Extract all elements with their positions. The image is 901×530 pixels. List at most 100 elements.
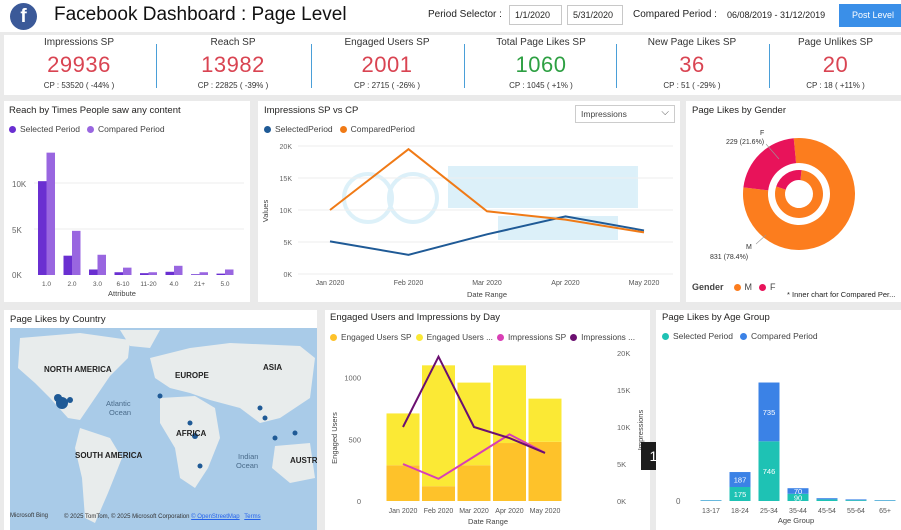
kpi-page-unlikes: Page Unlikes SP 20 CP : 18 ( +11% ) (770, 35, 901, 95)
bar-compared (225, 269, 234, 275)
bar-engaged-sp (386, 465, 420, 501)
gender-donut-chart: F 229 (21.6%) M 831 (78.4%) (710, 130, 855, 261)
f-value-label: 229 (21.6%) (726, 139, 764, 146)
x-tick: Apr 2020 (495, 508, 524, 515)
leader-line (755, 234, 767, 245)
bar-selected (63, 255, 72, 275)
bar-compared (148, 272, 157, 275)
kpi-label: Reach SP (210, 37, 256, 48)
kpi-value: 1060 (515, 52, 567, 77)
kpi-label: New Page Likes SP (647, 37, 737, 48)
data-label: 735 (763, 408, 776, 417)
map-bubble[interactable] (197, 463, 203, 469)
x-tick: 5.0 (220, 281, 229, 288)
x-tick: Apr 2020 (551, 280, 580, 287)
kpi-label: Impressions SP (43, 37, 115, 48)
kpi-value: 36 (679, 52, 705, 77)
chart-legend: Selected Period Compared Period (9, 124, 165, 134)
legend-dot (9, 125, 16, 133)
y-tick: 15K (280, 176, 293, 183)
legend-label: F (770, 282, 776, 292)
age-chart: 0 13-1717518718-2474673525-34907035-44 45… (676, 382, 896, 525)
y-tick-left: 500 (348, 435, 361, 444)
compared-period-label: Compared Period : (633, 9, 717, 20)
bar-selected (114, 272, 123, 275)
x-tick: 4.0 (169, 281, 178, 288)
bar-selected (140, 273, 149, 275)
x-tick: May 2020 (629, 280, 660, 287)
bar-engaged-sp (457, 465, 491, 501)
x-tick: Feb 2020 (394, 280, 424, 287)
kpi-cp: CP : 2715 ( -26% ) (353, 81, 421, 90)
map-label: EUROPE (175, 371, 209, 380)
kpi-label: Engaged Users SP (344, 37, 430, 48)
kpi-value: 20 (822, 52, 849, 77)
panel-title: Reach by Times People saw any content (9, 105, 181, 116)
f-letter: F (760, 130, 764, 137)
bar-engaged-cp (493, 365, 526, 444)
bing-attribution: Microsoft Bing (10, 513, 48, 519)
panel-title: Page Likes by Country (10, 314, 106, 325)
terms-link[interactable]: Terms (244, 514, 260, 520)
x-tick: 6-10 (116, 281, 129, 288)
x-tick: 11-20 (140, 281, 157, 288)
map-label: ASIA (263, 363, 282, 372)
map-bubble[interactable] (257, 405, 263, 411)
bar-engaged-cp (386, 413, 420, 466)
inner-slice-f (776, 170, 802, 190)
legend-label: Selected Period (20, 124, 81, 134)
x-tick: 1.0 (42, 281, 51, 288)
age-panel: Page Likes by Age Group Selected Period … (656, 310, 901, 530)
x-tick: 45-54 (818, 508, 836, 515)
x-axis-title: Age Group (778, 516, 814, 525)
x-tick: Mar 2020 (472, 280, 502, 287)
x-tick: Feb 2020 (424, 508, 454, 515)
gender-panel: Page Likes by Gender F 229 (21.6%) M 831… (686, 101, 901, 302)
bar-compared (97, 254, 106, 275)
map-bubble[interactable] (56, 397, 68, 409)
bar-selected (845, 500, 867, 501)
legend-dot (733, 283, 741, 291)
legend-dot (87, 125, 95, 133)
map-bubble[interactable] (157, 393, 163, 399)
y-tick-left: 0 (357, 497, 361, 506)
y-tick-right: 20K (617, 349, 630, 358)
x-tick: 2.0 (67, 281, 76, 288)
bar-selected (816, 499, 838, 501)
map-bubble[interactable] (272, 435, 278, 441)
map-label: AFRICA (176, 429, 206, 438)
x-axis-title: Attribute (108, 289, 136, 298)
x-tick: 21+ (194, 281, 205, 288)
map-label: SOUTH AMERICA (75, 451, 142, 460)
map-label: NORTH AMERICA (44, 365, 112, 374)
period-end-input[interactable]: 5/31/2020 (567, 5, 623, 25)
y-tick: 0K (283, 272, 292, 279)
x-tick: 65+ (879, 508, 891, 515)
inner-chart-note: * Inner chart for Compared Per... (787, 290, 896, 299)
data-label: 187 (734, 476, 747, 485)
y-tick: 0 (676, 497, 681, 506)
bar-selected (216, 273, 225, 275)
kpi-reach: Reach SP 13982 CP : 22825 ( -39% ) (157, 35, 309, 95)
bar-compared (199, 272, 208, 275)
legend-label: M (744, 282, 753, 292)
period-selector-label: Period Selector : (428, 9, 502, 20)
map-bubble[interactable] (187, 420, 193, 426)
world-map[interactable]: NORTH AMERICA EUROPE ASIA Atlantic Ocean… (10, 328, 317, 530)
y-axis-title-left: Engaged Users (330, 412, 339, 464)
engaged-panel: Engaged Users and Impressions by Day Eng… (325, 310, 683, 530)
map-bubble[interactable] (262, 415, 268, 421)
map-bubble[interactable] (292, 430, 298, 436)
x-tick: Jan 2020 (316, 280, 345, 287)
x-tick: 25-34 (760, 508, 778, 515)
impressions-chart: 20K 15K 10K 5K 0K Jan 2020 Feb 2020 Mar 2020 Apr… (261, 144, 673, 299)
period-start-input[interactable]: 1/1/2020 (509, 5, 562, 25)
y-tick-left: 1000 (344, 374, 361, 383)
post-level-button[interactable]: Post Level (839, 4, 901, 27)
data-label: 175 (734, 490, 747, 499)
bar-compared (816, 498, 838, 500)
map-bubble[interactable] (67, 397, 73, 403)
m-letter: M (746, 244, 752, 251)
osm-link[interactable]: © OpenStreetMap (191, 514, 239, 520)
map-label: Indian (238, 452, 258, 461)
